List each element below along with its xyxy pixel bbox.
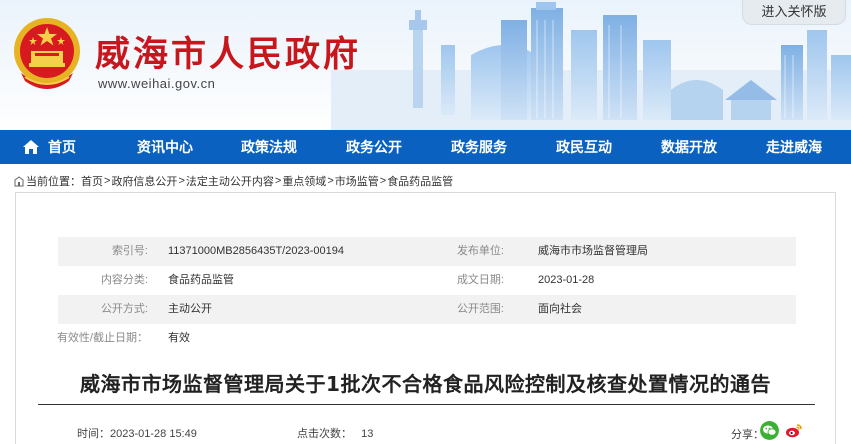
disclosure-method-label: 公开方式: xyxy=(100,303,148,315)
breadcrumb-key-areas[interactable]: 重点领域 xyxy=(282,173,326,189)
national-emblem-icon xyxy=(14,18,80,89)
main-nav: 首页 资讯中心 政策法规 政务公开 政务服务 政民互动 数据开放 走进威海 xyxy=(0,130,851,164)
nav-item-home[interactable]: 首页 xyxy=(22,130,92,164)
nav-item-interaction[interactable]: 政民互动 xyxy=(539,130,629,164)
nav-item-gov-affairs-open[interactable]: 政务公开 xyxy=(329,130,419,164)
breadcrumb-separator: > xyxy=(104,175,111,187)
disclosure-scope-value: 面向社会 xyxy=(538,303,582,315)
nav-item-gov-services[interactable]: 政务服务 xyxy=(434,130,524,164)
nav-item-news[interactable]: 资讯中心 xyxy=(120,130,210,164)
metadata-row: 内容分类: 食品药品监管 成文日期: 2023-01-28 xyxy=(58,266,796,295)
nav-item-policy[interactable]: 政策法规 xyxy=(224,130,314,164)
title-divider xyxy=(38,404,815,405)
metadata-row: 有效性/截止日期： 有效 xyxy=(57,324,796,353)
breadcrumb-separator: > xyxy=(178,175,185,187)
disclosure-scope-label: 公开范围: xyxy=(456,303,504,315)
location-icon xyxy=(14,175,24,186)
wechat-icon[interactable] xyxy=(760,421,779,440)
breadcrumb-gov-info-open[interactable]: 政府信息公开 xyxy=(111,173,177,189)
publish-time-value: 2023-01-28 15:49 xyxy=(110,428,197,440)
breadcrumb-market-regulation[interactable]: 市场监管 xyxy=(335,173,379,189)
breadcrumb-separator: > xyxy=(379,175,387,187)
disclosure-method-value: 主动公开 xyxy=(168,303,212,315)
validity-value: 有效 xyxy=(168,332,190,344)
category-label: 内容分类: xyxy=(100,274,148,286)
breadcrumb-home[interactable]: 首页 xyxy=(81,173,103,189)
index-number-label: 索引号: xyxy=(111,245,148,257)
share-label: 分享： xyxy=(731,429,764,441)
category-value: 食品药品监管 xyxy=(168,274,234,286)
breadcrumb-food-drug[interactable]: 食品药品监管 xyxy=(387,173,453,189)
home-icon xyxy=(23,140,39,154)
view-count-value: 13 xyxy=(361,428,374,440)
site-title[interactable]: 威海市人民政府 xyxy=(95,26,361,77)
nav-item-label: 首页 xyxy=(48,139,76,155)
written-date-value: 2023-01-28 xyxy=(538,274,595,286)
publish-time: 时间：2023-01-28 15:49 xyxy=(77,425,197,441)
publisher-label: 发布单位: xyxy=(456,245,504,257)
header-banner: 威海市人民政府 www.weihai.gov.cn 进入关怀版 xyxy=(0,0,851,130)
written-date-label: 成文日期: xyxy=(456,274,504,286)
index-number-value: 11371000MB2856435T/2023-00194 xyxy=(168,245,344,257)
nav-item-about-weihai[interactable]: 走进威海 xyxy=(749,130,839,164)
breadcrumb-statutory-content[interactable]: 法定主动公开内容 xyxy=(186,173,274,189)
publish-time-label: 时间： xyxy=(77,428,110,440)
metadata-row: 公开方式: 主动公开 公开范围: 面向社会 xyxy=(58,295,796,324)
site-url: www.weihai.gov.cn xyxy=(98,76,216,91)
nav-item-open-data[interactable]: 数据开放 xyxy=(644,130,734,164)
breadcrumb-separator: > xyxy=(327,175,334,187)
metadata-row: 索引号: 11371000MB2856435T/2023-00194 发布单位:… xyxy=(58,237,796,266)
breadcrumb-separator: > xyxy=(274,175,282,187)
weibo-icon[interactable] xyxy=(784,421,803,440)
care-version-button[interactable]: 进入关怀版 xyxy=(742,0,846,25)
view-count: 点击次数： 13 xyxy=(297,425,373,441)
article-title: 威海市市场监督管理局关于1批次不合格食品风险控制及核查处置情况的通告 xyxy=(80,372,771,396)
breadcrumb-prefix: 当前位置： xyxy=(26,176,81,188)
breadcrumb: 当前位置： 首页 > 政府信息公开 > 法定主动公开内容 > 重点领域 > 市场… xyxy=(14,173,453,189)
view-count-label: 点击次数： xyxy=(297,428,352,440)
publisher-value: 威海市市场监督管理局 xyxy=(538,245,648,257)
validity-label: 有效性/截止日期： xyxy=(56,332,148,344)
article-metadata: 索引号: 11371000MB2856435T/2023-00194 发布单位:… xyxy=(57,237,796,353)
